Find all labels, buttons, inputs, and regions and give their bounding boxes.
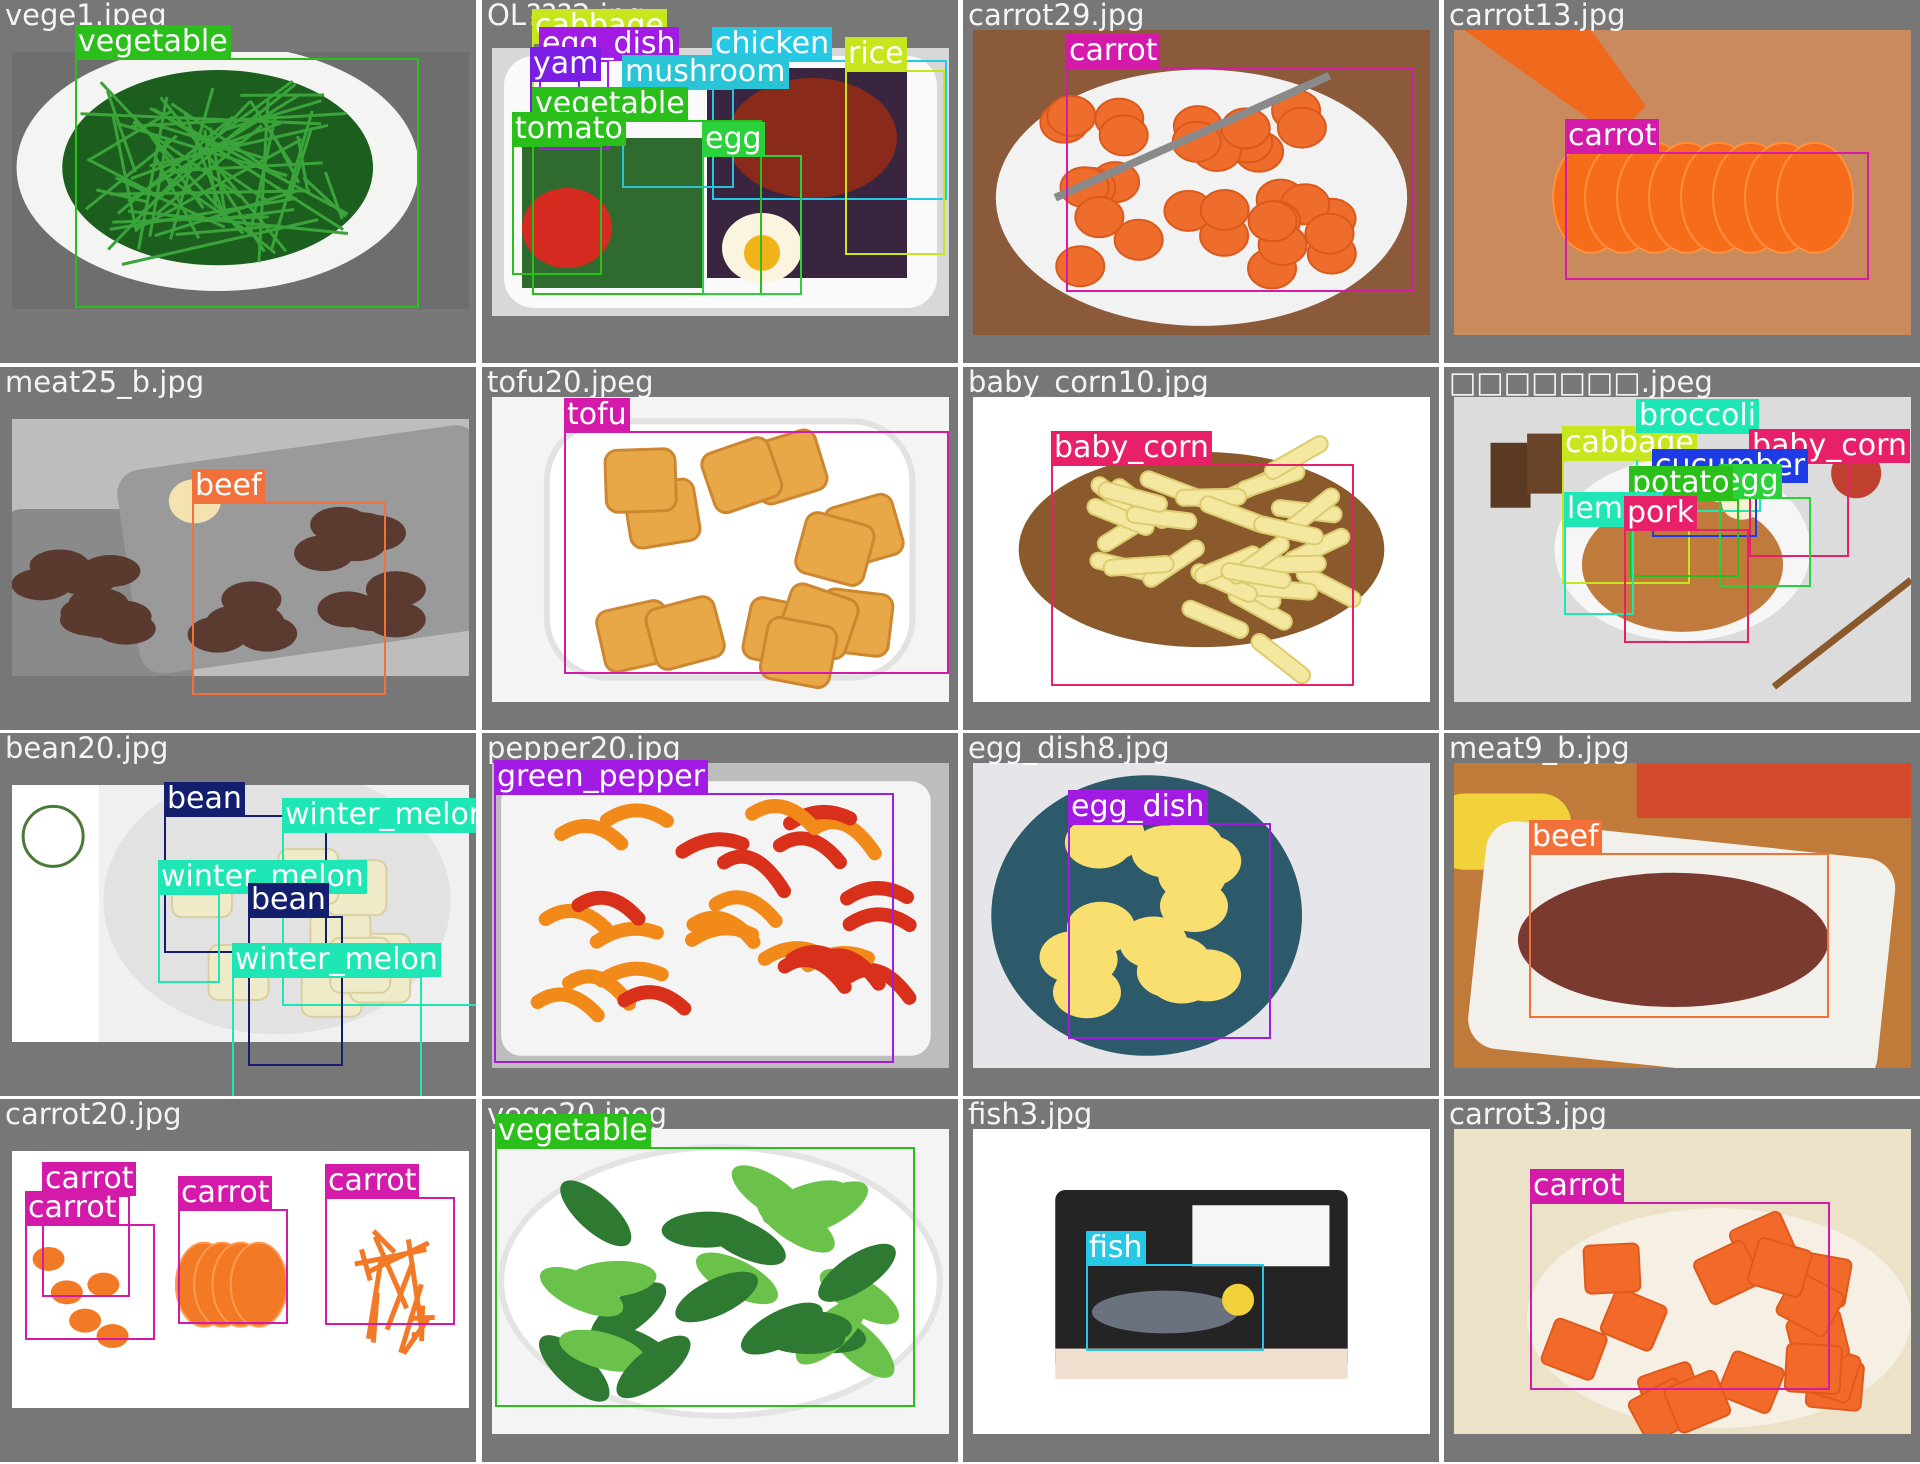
image-tile: tofu20.jpeg tofu xyxy=(482,367,958,730)
image-filename: carrot13.jpg xyxy=(1449,0,1626,32)
bounding-box xyxy=(158,893,220,983)
image-filename: meat9_b.jpg xyxy=(1449,733,1630,765)
image-filename: tofu20.jpeg xyxy=(487,367,654,399)
image-filename: meat25_b.jpg xyxy=(5,367,205,399)
bounding-box xyxy=(1051,464,1354,686)
class-label-tag: carrot xyxy=(178,1176,273,1210)
image-tile: carrot20.jpg carrot carrot carrot carrot xyxy=(0,1099,476,1462)
bounding-box xyxy=(494,793,894,1063)
class-label-tag: carrot xyxy=(325,1164,420,1198)
image-filename: carrot29.jpg xyxy=(968,0,1145,32)
bounding-box xyxy=(564,431,949,674)
bounding-box xyxy=(25,1224,155,1340)
image-tile: carrot13.jpg carrot xyxy=(1444,0,1920,363)
class-label-tag: tofu xyxy=(564,398,630,432)
class-label-tag: bean xyxy=(248,883,329,917)
bounding-box xyxy=(1529,853,1829,1018)
bounding-box xyxy=(1066,67,1413,292)
class-label-tag: mushroom xyxy=(622,55,789,89)
class-label-tag: carrot xyxy=(1066,34,1161,68)
image-tile: □□□□□□□.jpegcabbagebroccolibaby_corncucu… xyxy=(1444,367,1920,730)
class-label-tag: carrot xyxy=(25,1191,120,1225)
image-tile: bean20.jpg bean winter_melon winter_melon be… xyxy=(0,733,476,1096)
class-label-tag: carrot xyxy=(1530,1169,1625,1203)
image-filename: fish3.jpg xyxy=(968,1099,1093,1131)
bounding-box xyxy=(1530,1202,1830,1390)
image-tile: baby_corn10.jpg baby_corn xyxy=(963,367,1439,730)
image-tile: carrot3.jpg carrot xyxy=(1444,1099,1920,1462)
bounding-box xyxy=(1086,1264,1264,1351)
image-filename: carrot3.jpg xyxy=(1449,1099,1608,1131)
class-label-tag: green_pepper xyxy=(494,760,709,794)
class-label-tag: broccoli xyxy=(1636,399,1760,433)
image-tile: OL???2.jpgcabbagechickenriceegg_dishyamm… xyxy=(482,0,958,363)
class-label-tag: winter_melon xyxy=(232,943,441,977)
bounding-box xyxy=(232,976,422,1096)
image-tile: carrot29.jpg carrot xyxy=(963,0,1439,363)
image-filename: carrot20.jpg xyxy=(5,1099,182,1131)
image-tile: meat25_b.jpgbeef xyxy=(0,367,476,730)
bounding-box xyxy=(325,1197,455,1325)
class-label-tag: tomato xyxy=(512,112,626,146)
bounding-box xyxy=(192,502,386,695)
class-label-tag: baby_corn xyxy=(1051,431,1212,465)
class-label-tag: pork xyxy=(1624,496,1698,530)
class-label-tag: vegetable xyxy=(75,25,231,59)
class-label-tag: winter_melon xyxy=(282,798,476,832)
bounding-box xyxy=(1565,152,1869,280)
image-tile: pepper20.jpg green_pepper xyxy=(482,733,958,1096)
class-label-tag: fish xyxy=(1086,1231,1146,1265)
image-tile: meat9_b.jpgbeef xyxy=(1444,733,1920,1096)
image-tile: vege1.jpeg vegetable xyxy=(0,0,476,363)
bounding-box xyxy=(845,70,945,255)
class-label-tag: rice xyxy=(845,37,907,71)
bounding-box xyxy=(512,145,602,275)
image-tile: fish3.jpg fish xyxy=(963,1099,1439,1462)
image-tile: vege20.jpegvegetable xyxy=(482,1099,958,1462)
image-filename: egg_dish8.jpg xyxy=(968,733,1170,765)
image-filename: □□□□□□□.jpeg xyxy=(1449,367,1713,399)
class-label-tag: beef xyxy=(1529,820,1602,854)
class-label-tag: yam xyxy=(530,47,602,81)
detection-mosaic: vege1.jpegvegetableOL???2.jpgcabbagechic… xyxy=(0,0,1920,1464)
bounding-box xyxy=(75,58,419,308)
bounding-box xyxy=(178,1209,288,1324)
class-label-tag: vegetable xyxy=(495,1114,651,1148)
bounding-box xyxy=(495,1147,915,1407)
bounding-box xyxy=(1068,823,1271,1039)
image-filename: bean20.jpg xyxy=(5,733,169,765)
class-label-tag: bean xyxy=(164,782,245,816)
bounding-box xyxy=(1624,529,1749,643)
class-label-tag: carrot xyxy=(1565,119,1660,153)
image-tile: egg_dish8.jpg egg_dish xyxy=(963,733,1439,1096)
class-label-tag: egg_dish xyxy=(1068,790,1208,824)
class-label-tag: beef xyxy=(192,469,265,503)
bounding-box xyxy=(702,155,802,295)
image-filename: baby_corn10.jpg xyxy=(968,367,1209,399)
class-label-tag: egg xyxy=(702,122,765,156)
